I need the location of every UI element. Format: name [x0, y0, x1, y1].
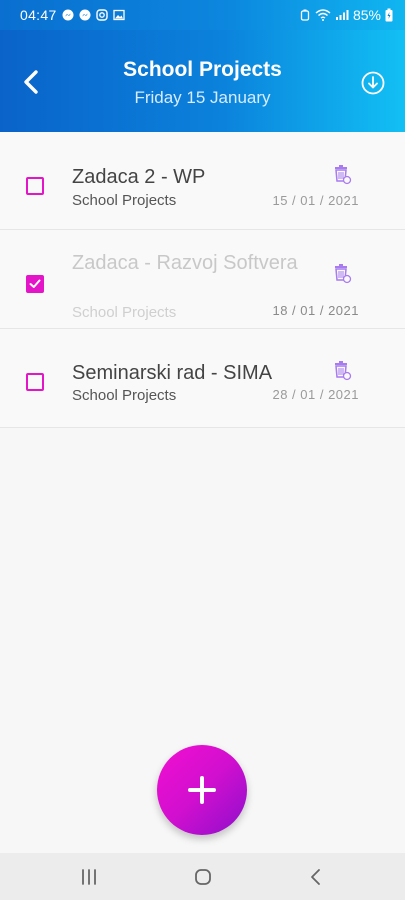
task-checkbox-checked[interactable] — [26, 275, 44, 293]
task-item[interactable]: Zadaca - Razvoj Softvera School Projects… — [0, 230, 405, 329]
check-icon — [29, 279, 41, 288]
system-status: 85% — [299, 7, 393, 23]
instagram-icon — [96, 8, 108, 21]
task-item[interactable]: Seminarski rad - SIMA School Projects 28… — [0, 329, 405, 428]
task-date: 28 / 01 / 2021 — [272, 387, 359, 402]
add-task-button[interactable] — [157, 745, 247, 835]
image-icon — [113, 8, 125, 21]
recent-apps-icon[interactable] — [80, 869, 98, 885]
status-bar: 04:47 85% — [0, 0, 405, 30]
task-subtitle: School Projects — [72, 304, 177, 321]
task-checkbox[interactable] — [26, 177, 44, 195]
task-subtitle: School Projects — [72, 387, 177, 404]
notification-icons — [62, 8, 125, 21]
battery-icon — [385, 8, 393, 22]
battery-percent: 85% — [352, 7, 381, 23]
delete-icon[interactable] — [331, 263, 353, 285]
task-title: Seminarski rad - SIMA — [72, 362, 273, 384]
download-circle-icon — [361, 71, 385, 95]
task-list: Zadaca 2 - WP School Projects 15 / 01 / … — [0, 132, 405, 428]
home-icon[interactable] — [194, 868, 212, 886]
page-title: School Projects — [123, 58, 282, 81]
messenger-icon — [79, 8, 91, 21]
app-header: School Projects Friday 15 January — [0, 30, 405, 132]
alarm-icon — [300, 9, 310, 21]
task-checkbox[interactable] — [26, 373, 44, 391]
download-button[interactable] — [361, 71, 385, 95]
task-item[interactable]: Zadaca 2 - WP School Projects 15 / 01 / … — [0, 132, 405, 230]
task-date: 15 / 01 / 2021 — [272, 193, 359, 208]
task-date: 18 / 01 / 2021 — [272, 303, 359, 318]
task-title: Zadaca 2 - WP — [72, 166, 206, 188]
back-icon[interactable] — [308, 868, 324, 886]
plus-icon — [188, 776, 216, 804]
delete-icon[interactable] — [331, 360, 353, 382]
system-nav-bar — [0, 853, 405, 900]
wifi-icon — [315, 9, 331, 21]
task-subtitle: School Projects — [72, 192, 177, 209]
header-date: Friday 15 January — [134, 88, 271, 107]
messenger-icon — [62, 8, 74, 21]
signal-icon — [335, 10, 349, 20]
delete-icon[interactable] — [331, 164, 353, 186]
status-time: 04:47 — [20, 7, 57, 23]
task-title: Zadaca - Razvoj Softvera — [72, 252, 298, 274]
